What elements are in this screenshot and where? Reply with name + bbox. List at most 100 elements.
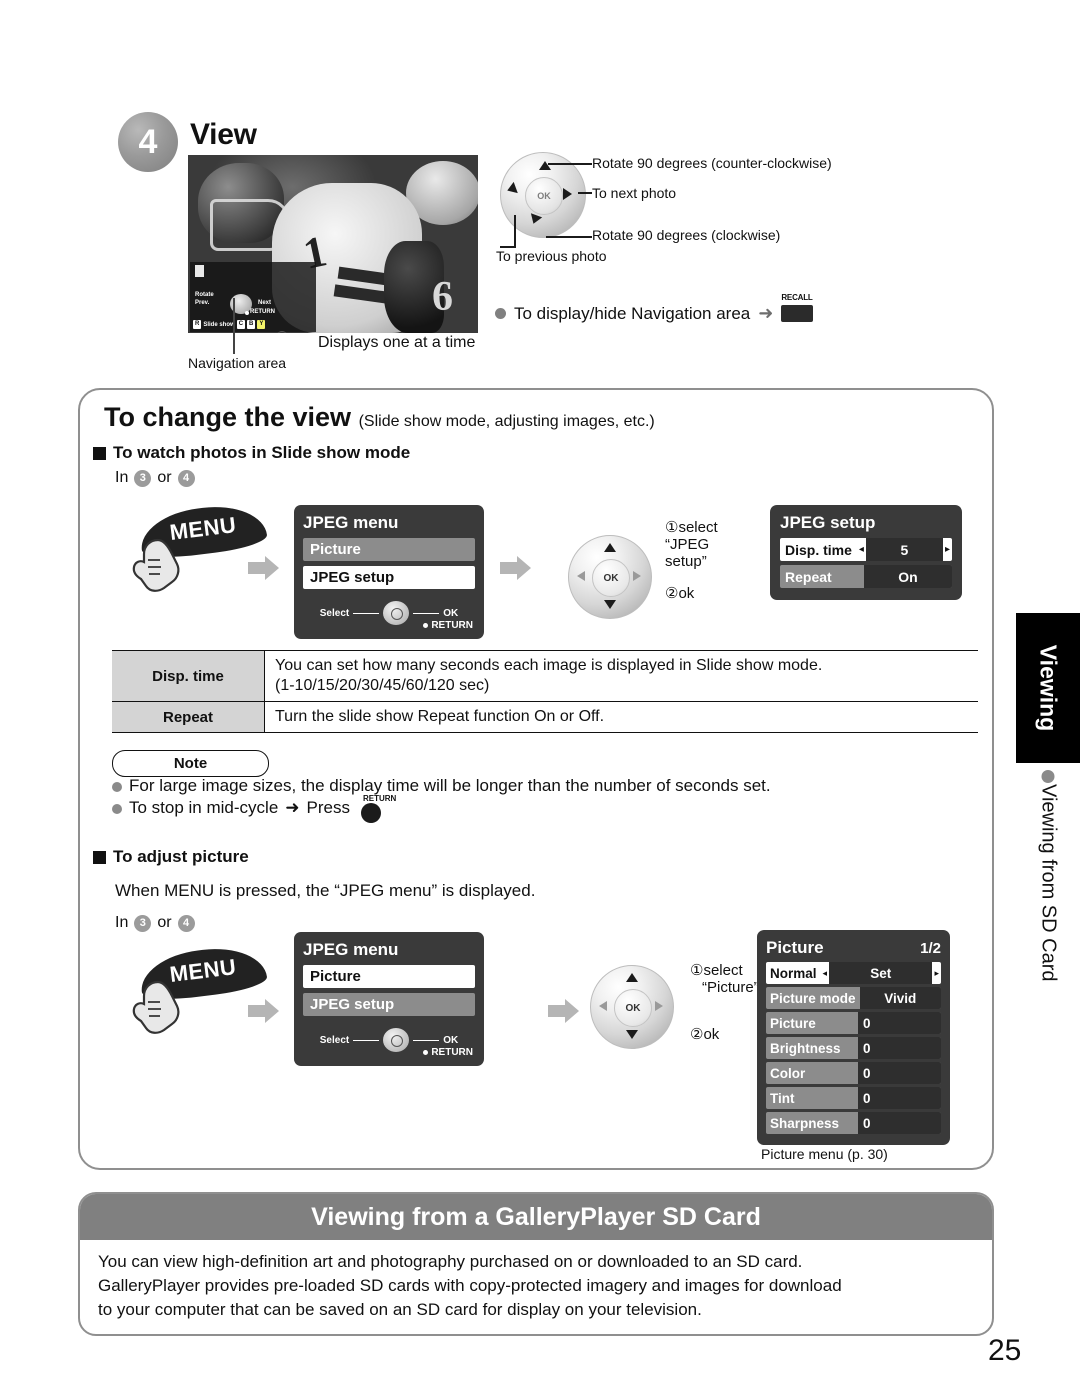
table-value-line2: (1-10/15/20/30/45/60/120 sec) xyxy=(275,677,490,694)
ok-button-icon: OK xyxy=(614,989,652,1027)
picture-row-picture-mode[interactable]: Picture mode Vivid xyxy=(766,987,941,1009)
picture-row-key: Normal xyxy=(770,965,817,981)
galleryplayer-body-line2: GalleryPlayer provides pre-loaded SD car… xyxy=(98,1276,842,1296)
callout-step1b: “Picture” xyxy=(702,978,759,996)
arrow-right-icon xyxy=(655,1001,663,1011)
callout-step1b: “JPEG xyxy=(665,535,710,553)
jpeg-menu-item-picture[interactable]: Picture xyxy=(303,965,475,988)
arrow-right-icon xyxy=(633,571,641,581)
note-item-1-text: For large image sizes, the display time … xyxy=(129,776,771,795)
callout-ok-1: ②ok xyxy=(665,585,695,602)
picture-row-tint[interactable]: Tint 0 xyxy=(766,1087,941,1109)
side-tab-sub-label: Viewing from SD Card xyxy=(1037,784,1060,982)
jpeg-setup-title: JPEG setup xyxy=(780,513,876,532)
picture-row-normal[interactable]: Normal ◂ Set ▸ xyxy=(766,962,941,984)
bullet-icon xyxy=(112,782,122,792)
page-title: To change the view (Slide show mode, adj… xyxy=(104,402,655,433)
jpeg-menu-guide-bar-1: Select OK RETURN xyxy=(303,595,475,631)
nav-return-dot-icon xyxy=(245,311,249,315)
jpeg-menu-title: JPEG menu xyxy=(303,940,399,959)
arrow-down-icon xyxy=(626,1030,638,1039)
page-number: 25 xyxy=(988,1334,1022,1367)
jpeg-menu-panel-2: JPEG menu Picture JPEG setup Select OK R… xyxy=(294,932,484,1066)
arrow-right-icon: ➜ xyxy=(285,798,300,817)
in-or: or xyxy=(157,914,172,931)
section-heading-slideshow: To watch photos in Slide show mode xyxy=(93,443,410,463)
navigation-area-label: Navigation area xyxy=(188,355,287,371)
picture-row-value: 0 xyxy=(858,1012,941,1034)
caret-left-icon[interactable]: ◂ xyxy=(821,962,830,984)
caret-right-icon[interactable]: ▸ xyxy=(943,538,952,561)
guide-return-label: RETURN xyxy=(431,620,473,631)
table-row: Disp. time You can set how many seconds … xyxy=(112,651,978,702)
callout-step1c: setup” xyxy=(665,552,707,570)
section-heading-slideshow-label: To watch photos in Slide show mode xyxy=(113,443,411,462)
arrow-down-icon xyxy=(604,600,616,609)
caret-right-icon[interactable]: ▸ xyxy=(932,962,941,984)
callout-step1: ①select xyxy=(690,962,743,979)
nav-key-2: B xyxy=(247,320,256,329)
flow-arrow-icon xyxy=(248,555,280,581)
nav-next-label: Next xyxy=(258,300,272,306)
callout-next-photo: To next photo xyxy=(592,185,677,201)
picture-panel-title: Picture xyxy=(766,938,824,957)
picture-row-color[interactable]: Color 0 xyxy=(766,1062,941,1084)
photo-caption: Displays one at a time xyxy=(318,334,476,351)
jpeg-menu-title: JPEG menu xyxy=(303,513,399,532)
galleryplayer-heading: Viewing from a GalleryPlayer SD Card xyxy=(80,1194,992,1240)
square-bullet-icon xyxy=(93,850,106,864)
picture-row-sharpness[interactable]: Sharpness 0 xyxy=(766,1112,941,1134)
nav-prev-label: Prev. xyxy=(195,300,210,306)
jpeg-menu-item-jpeg-setup[interactable]: JPEG setup xyxy=(303,566,475,589)
in-prefix: In xyxy=(115,914,129,931)
table-value-repeat: Turn the slide show Repeat function On o… xyxy=(275,708,605,725)
picture-row-value: 0 xyxy=(858,1062,941,1084)
return-dot-icon xyxy=(423,623,429,628)
step-reference-2: In 3 or 4 xyxy=(115,914,195,932)
guide-line xyxy=(413,612,440,614)
caret-left-icon[interactable]: ◂ xyxy=(857,538,866,561)
step-circle-4: 4 xyxy=(177,914,195,932)
guide-ok-label: OK xyxy=(443,1034,459,1046)
side-tab-label: Viewing xyxy=(1035,644,1062,732)
step-circle-4: 4 xyxy=(177,469,195,487)
sample-photo: 1 6 Rotate Prev. Next RETURN R Slide sho… xyxy=(188,155,478,333)
callout-select-jpeg-setup: ①select “JPEG setup” xyxy=(665,519,718,570)
table-value-disp-time: You can set how many seconds each image … xyxy=(265,651,978,701)
picture-menu-panel: Picture 1/2 Normal ◂ Set ▸ Picture mode … xyxy=(757,930,950,1145)
nav-key-1: C xyxy=(236,320,246,329)
picture-row-value: Set xyxy=(829,962,933,984)
arrow-up-icon xyxy=(604,543,616,552)
picture-row-key: Sharpness xyxy=(770,1115,840,1131)
leader-line-ccw xyxy=(548,163,592,165)
picture-row-brightness[interactable]: Brightness 0 xyxy=(766,1037,941,1059)
leader-line-next xyxy=(578,192,592,194)
step-number-badge: 4 xyxy=(118,112,178,172)
jpeg-menu-item-picture[interactable]: Picture xyxy=(303,538,475,561)
picture-row-value: 0 xyxy=(858,1087,941,1109)
guide-return-group: RETURN xyxy=(423,620,473,631)
callout-ok-2: ②ok xyxy=(690,1026,720,1043)
step-circle-3: 3 xyxy=(134,914,152,932)
section-heading-adjust-picture: To adjust picture xyxy=(93,847,249,867)
jpeg-menu-item-jpeg-setup[interactable]: JPEG setup xyxy=(303,993,475,1016)
photo-jersey-number-right: 6 xyxy=(432,274,453,320)
section-heading-adjust-picture-label: To adjust picture xyxy=(113,847,249,866)
guide-select-label: Select xyxy=(319,1034,350,1046)
dpad-diagram-picture: OK xyxy=(590,965,674,1049)
guide-line xyxy=(413,1039,440,1041)
note-badge: Note xyxy=(112,750,269,777)
jpeg-menu-guide-bar-2: Select OK RETURN xyxy=(303,1022,475,1058)
nav-return-label: RETURN xyxy=(250,309,275,315)
arrow-right-icon xyxy=(563,188,572,200)
jpeg-setup-value: 5 xyxy=(865,538,943,561)
table-key-disp-time: Disp. time xyxy=(112,651,265,701)
callout-step1: ①select xyxy=(665,519,718,536)
jpeg-setup-row-disp-time[interactable]: Disp. time ◂ 5 ▸ xyxy=(780,538,952,561)
arrow-left-icon xyxy=(505,181,518,197)
galleryplayer-body: You can view high-definition art and pho… xyxy=(98,1250,974,1322)
picture-panel-page: 1/2 xyxy=(920,940,941,957)
callout-previous-photo: To previous photo xyxy=(496,248,607,264)
jpeg-setup-row-repeat[interactable]: Repeat On xyxy=(780,565,952,588)
picture-row-picture[interactable]: Picture 0 xyxy=(766,1012,941,1034)
